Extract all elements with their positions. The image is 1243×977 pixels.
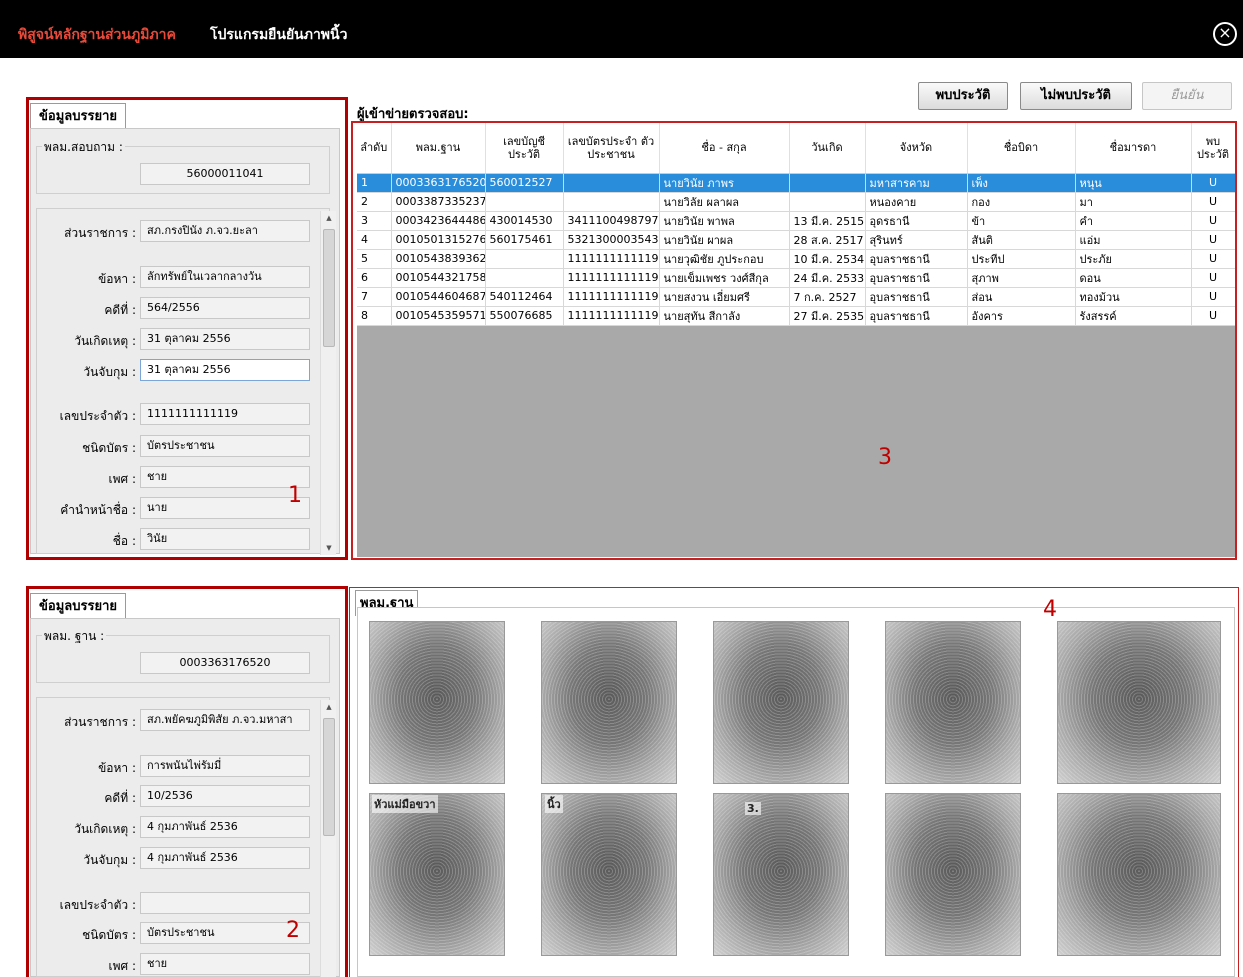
found-record-button[interactable]: พบประวัติ: [918, 82, 1008, 110]
marker-3: 3: [878, 445, 892, 470]
close-icon[interactable]: ×: [1213, 22, 1237, 46]
highlight-box-3: [351, 121, 1237, 560]
marker-4: 4: [1043, 597, 1057, 622]
highlight-box-4: [349, 587, 1239, 977]
title-bar: พิสูจน์หลักฐานส่วนภูมิภาค โปรแกรมยืนยันภ…: [0, 0, 1243, 58]
app-title: พิสูจน์หลักฐานส่วนภูมิภาค: [18, 27, 176, 43]
not-found-record-button[interactable]: ไม่พบประวัติ: [1020, 82, 1132, 110]
marker-2: 2: [286, 918, 300, 943]
marker-1: 1: [288, 483, 302, 508]
confirm-button: ยืนยัน: [1142, 82, 1232, 110]
window-title: โปรแกรมยืนยันภาพนิ้ว: [210, 27, 348, 43]
